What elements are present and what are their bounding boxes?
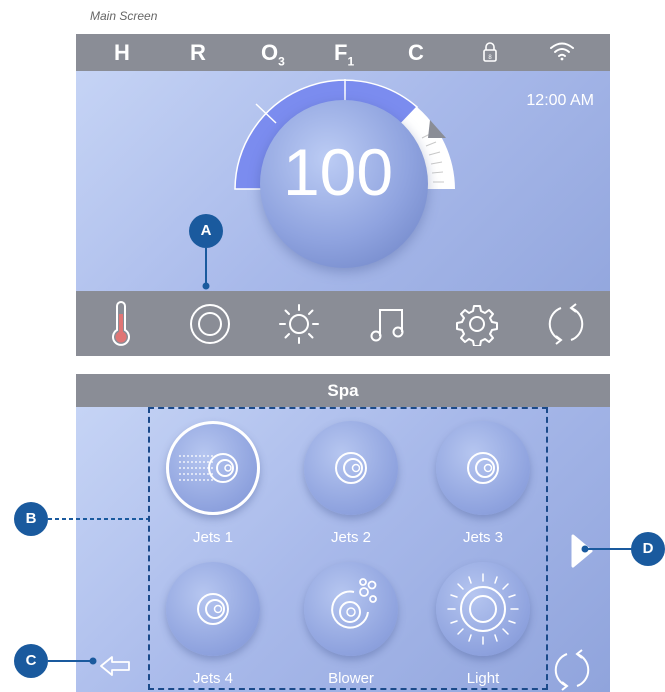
callout-lines bbox=[48, 248, 634, 665]
callout-b: B bbox=[14, 502, 48, 536]
callout-c: C bbox=[14, 644, 48, 678]
callout-d: D bbox=[631, 532, 665, 566]
callout-a: A bbox=[189, 214, 223, 248]
